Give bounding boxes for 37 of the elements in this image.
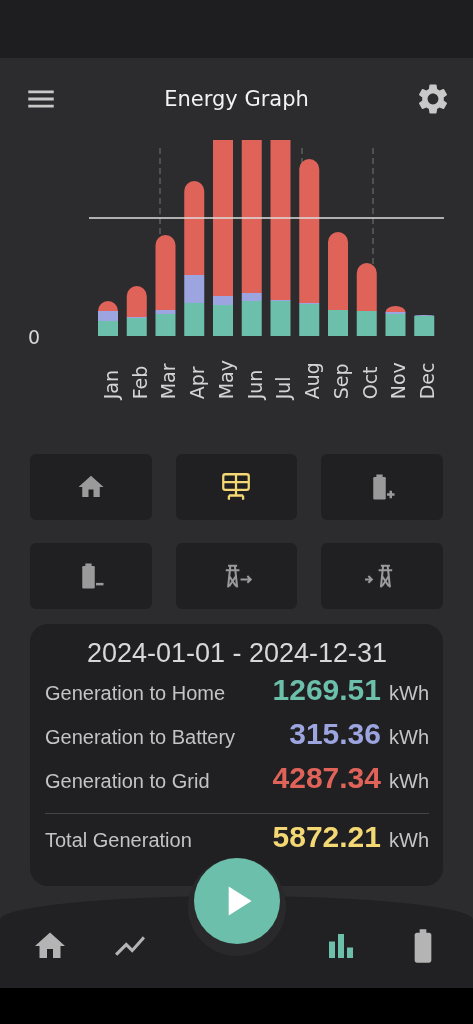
month-label: Feb	[130, 364, 150, 400]
stat-value: 315.36	[289, 717, 381, 752]
solar-filter-button[interactable]	[175, 454, 298, 521]
stat-unit: kWh	[389, 682, 429, 706]
stat-unit: kWh	[389, 770, 429, 794]
month-label: Jan	[101, 369, 121, 400]
month-label: Oct	[360, 365, 380, 400]
stat-value: 1269.51	[272, 673, 381, 708]
stacked-bar	[385, 306, 406, 336]
stat-unit: kWh	[389, 726, 429, 750]
screen-title: Energy Graph	[164, 87, 309, 111]
month-label: Jul	[274, 375, 294, 400]
month-label: Apr	[188, 365, 208, 400]
total-value: 5872.21	[272, 820, 381, 855]
month-label: May	[216, 360, 236, 400]
home-filter-button[interactable]	[30, 454, 152, 521]
battery-charge-filter-button[interactable]	[321, 454, 443, 521]
stat-label: Generation to Home	[45, 682, 226, 706]
date-range: 2024-01-01 - 2024-12-31	[85, 638, 389, 670]
stat-label: Generation to Grid	[45, 770, 210, 794]
month-label: Dec	[418, 361, 438, 400]
month-label: Sep	[331, 362, 351, 400]
axis-label: 0	[28, 328, 42, 347]
month-label: Aug	[303, 361, 323, 400]
month-label: Mar	[159, 362, 179, 400]
stacked-bar	[98, 301, 118, 336]
grid-export-filter-button[interactable]	[175, 543, 298, 610]
battery-discharge-filter-button[interactable]	[30, 543, 152, 610]
stat-label: Generation to Battery	[45, 726, 236, 750]
grid-import-filter-button[interactable]	[321, 543, 443, 610]
month-label: Jun	[245, 368, 265, 400]
stat-unit: kWh	[389, 829, 429, 853]
stat-value: 4287.34	[272, 761, 381, 796]
total-label: Total Generation	[45, 829, 192, 853]
month-label: Nov	[389, 361, 409, 400]
stacked-bar	[414, 315, 435, 336]
stacked-bar	[126, 286, 147, 336]
